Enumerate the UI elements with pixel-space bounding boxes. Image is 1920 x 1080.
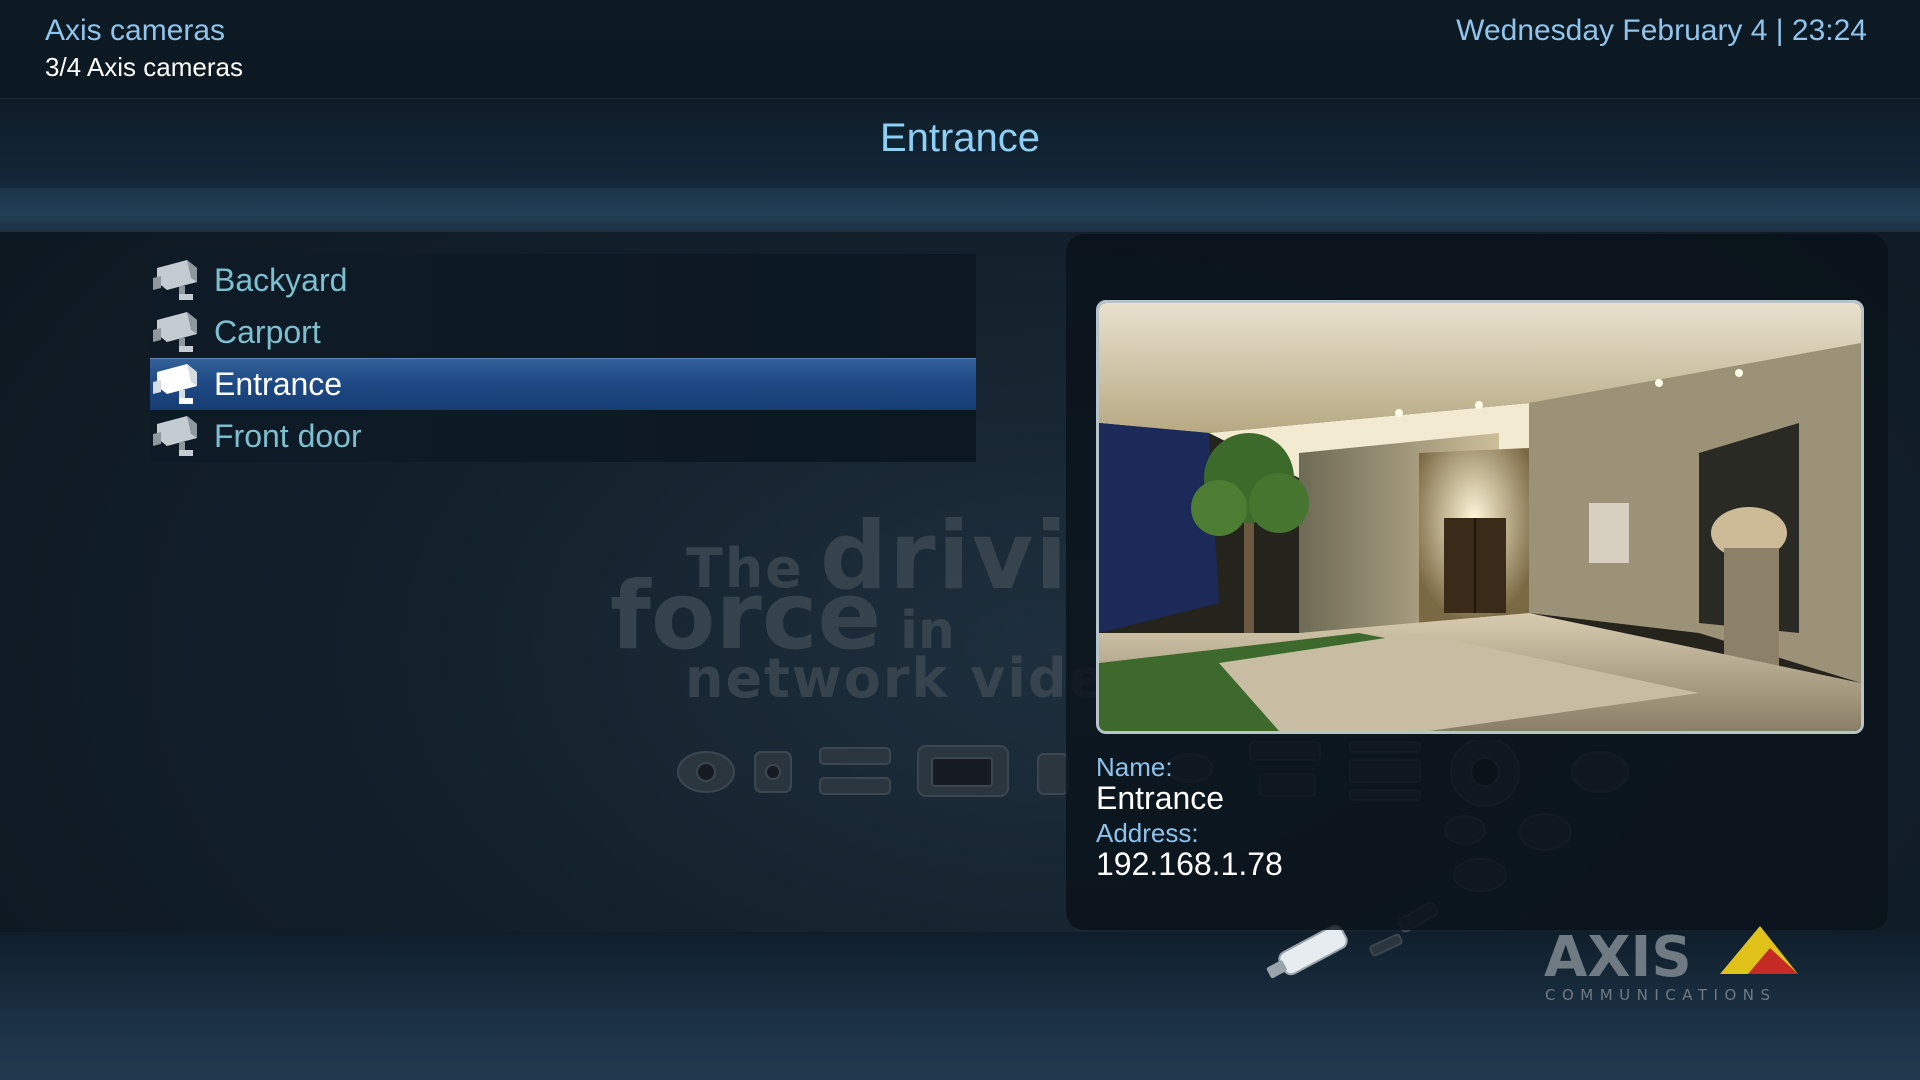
camera-label: Backyard (214, 261, 348, 298)
camera-list: Backyard Carport Entrance Front door (150, 254, 976, 462)
camera-count: 3/4 Axis cameras (45, 52, 243, 82)
date-time: Wednesday February 4 | 23:24 (1456, 14, 1867, 47)
security-camera-icon (152, 306, 204, 358)
page-title: Entrance (879, 116, 1041, 160)
camera-list-item-entrance[interactable]: Entrance (150, 358, 976, 410)
camera-label: Entrance (214, 365, 343, 402)
camera-preview-image[interactable] (1096, 300, 1864, 734)
camera-label: Carport (214, 313, 321, 350)
axis-communications-logo: AXIS COMMUNICATIONS (1544, 925, 1798, 1004)
camera-label: Front door (214, 417, 362, 454)
security-camera-icon (152, 358, 204, 410)
name-value: Entrance (1096, 780, 1225, 816)
logo-tagline: COMMUNICATIONS (1545, 986, 1777, 1004)
camera-list-item-carport[interactable]: Carport (150, 306, 976, 358)
address-value: 192.168.1.78 (1096, 846, 1283, 882)
security-camera-icon (152, 410, 204, 462)
address-label: Address: (1096, 818, 1199, 848)
name-label: Name: (1096, 752, 1173, 782)
camera-list-item-front-door[interactable]: Front door (150, 410, 976, 462)
divider-band (0, 188, 1920, 232)
entrance-snapshot (1099, 303, 1861, 731)
app-title: Axis cameras (45, 14, 226, 47)
header-bar: Axis cameras 3/4 Axis cameras Wednesday … (0, 0, 1920, 98)
security-camera-icon (152, 254, 204, 306)
logo-wordmark: AXIS (1544, 925, 1692, 990)
camera-list-item-backyard[interactable]: Backyard (150, 254, 976, 306)
